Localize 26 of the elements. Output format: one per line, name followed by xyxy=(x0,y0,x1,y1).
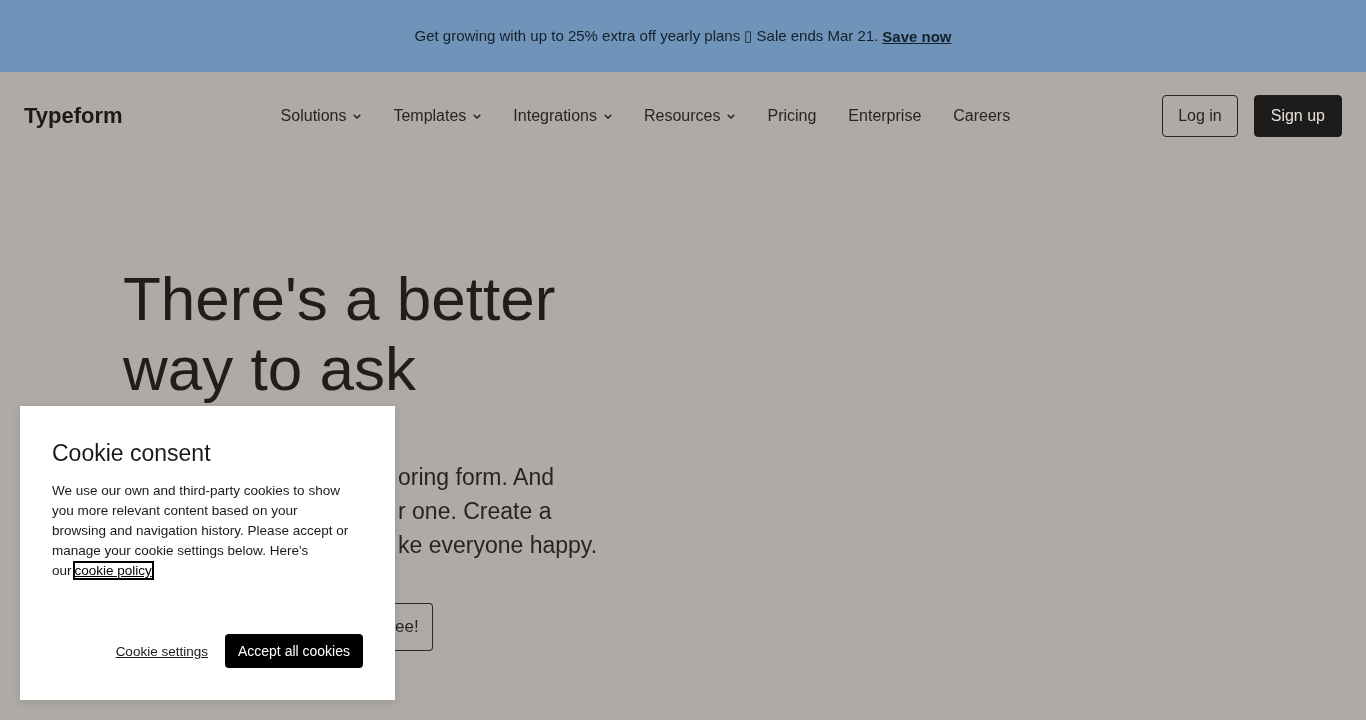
dialog-title: Cookie consent xyxy=(52,439,211,467)
nav-menu-item[interactable]: Solutions xyxy=(280,107,362,125)
sign-up-button[interactable]: Sign up xyxy=(1253,95,1342,137)
promo-text: Get growing with up to 25% extra off yearly plans ▯ Sale ends Mar 21. xyxy=(414,27,879,45)
log-in-button[interactable]: Log in xyxy=(1162,95,1238,137)
nav-menu-item[interactable]: Resources xyxy=(643,107,736,125)
hero-heading: There's a better xyxy=(123,264,556,334)
accept-cookies-button[interactable]: Accept all cookies xyxy=(224,634,363,668)
nav-link[interactable]: Enterprise xyxy=(848,107,922,125)
cookie-settings-link[interactable]: Cookie settings xyxy=(115,643,208,659)
nav-menu-item[interactable]: Templates xyxy=(393,107,482,125)
cookie-notice-text: We use our own and third-party cookies to show you more relevant content based on your browsing and navigation history. Please accept or manage your cookie settings below. Here's our cookie policy xyxy=(52,482,350,580)
nav-link[interactable]: Careers xyxy=(953,107,1011,125)
save-now-link[interactable]: Save now xyxy=(882,27,952,45)
chevron-down-icon xyxy=(727,113,736,119)
nav-menu-item[interactable]: Integrations xyxy=(513,107,612,125)
chevron-down-icon xyxy=(603,113,612,119)
chevron-down-icon xyxy=(353,113,362,119)
nav-link[interactable]: Pricing xyxy=(767,107,817,125)
chevron-down-icon xyxy=(473,113,482,119)
hero-text: ke everyone happy. xyxy=(398,531,598,560)
hero-heading: way to ask xyxy=(123,334,416,404)
hero-text: oring form. And xyxy=(398,463,554,492)
cookie-policy-link[interactable]: cookie policy xyxy=(74,563,152,578)
hero-text: r one. Create a xyxy=(398,497,552,526)
typeform-logo[interactable]: Typeform xyxy=(24,103,123,129)
